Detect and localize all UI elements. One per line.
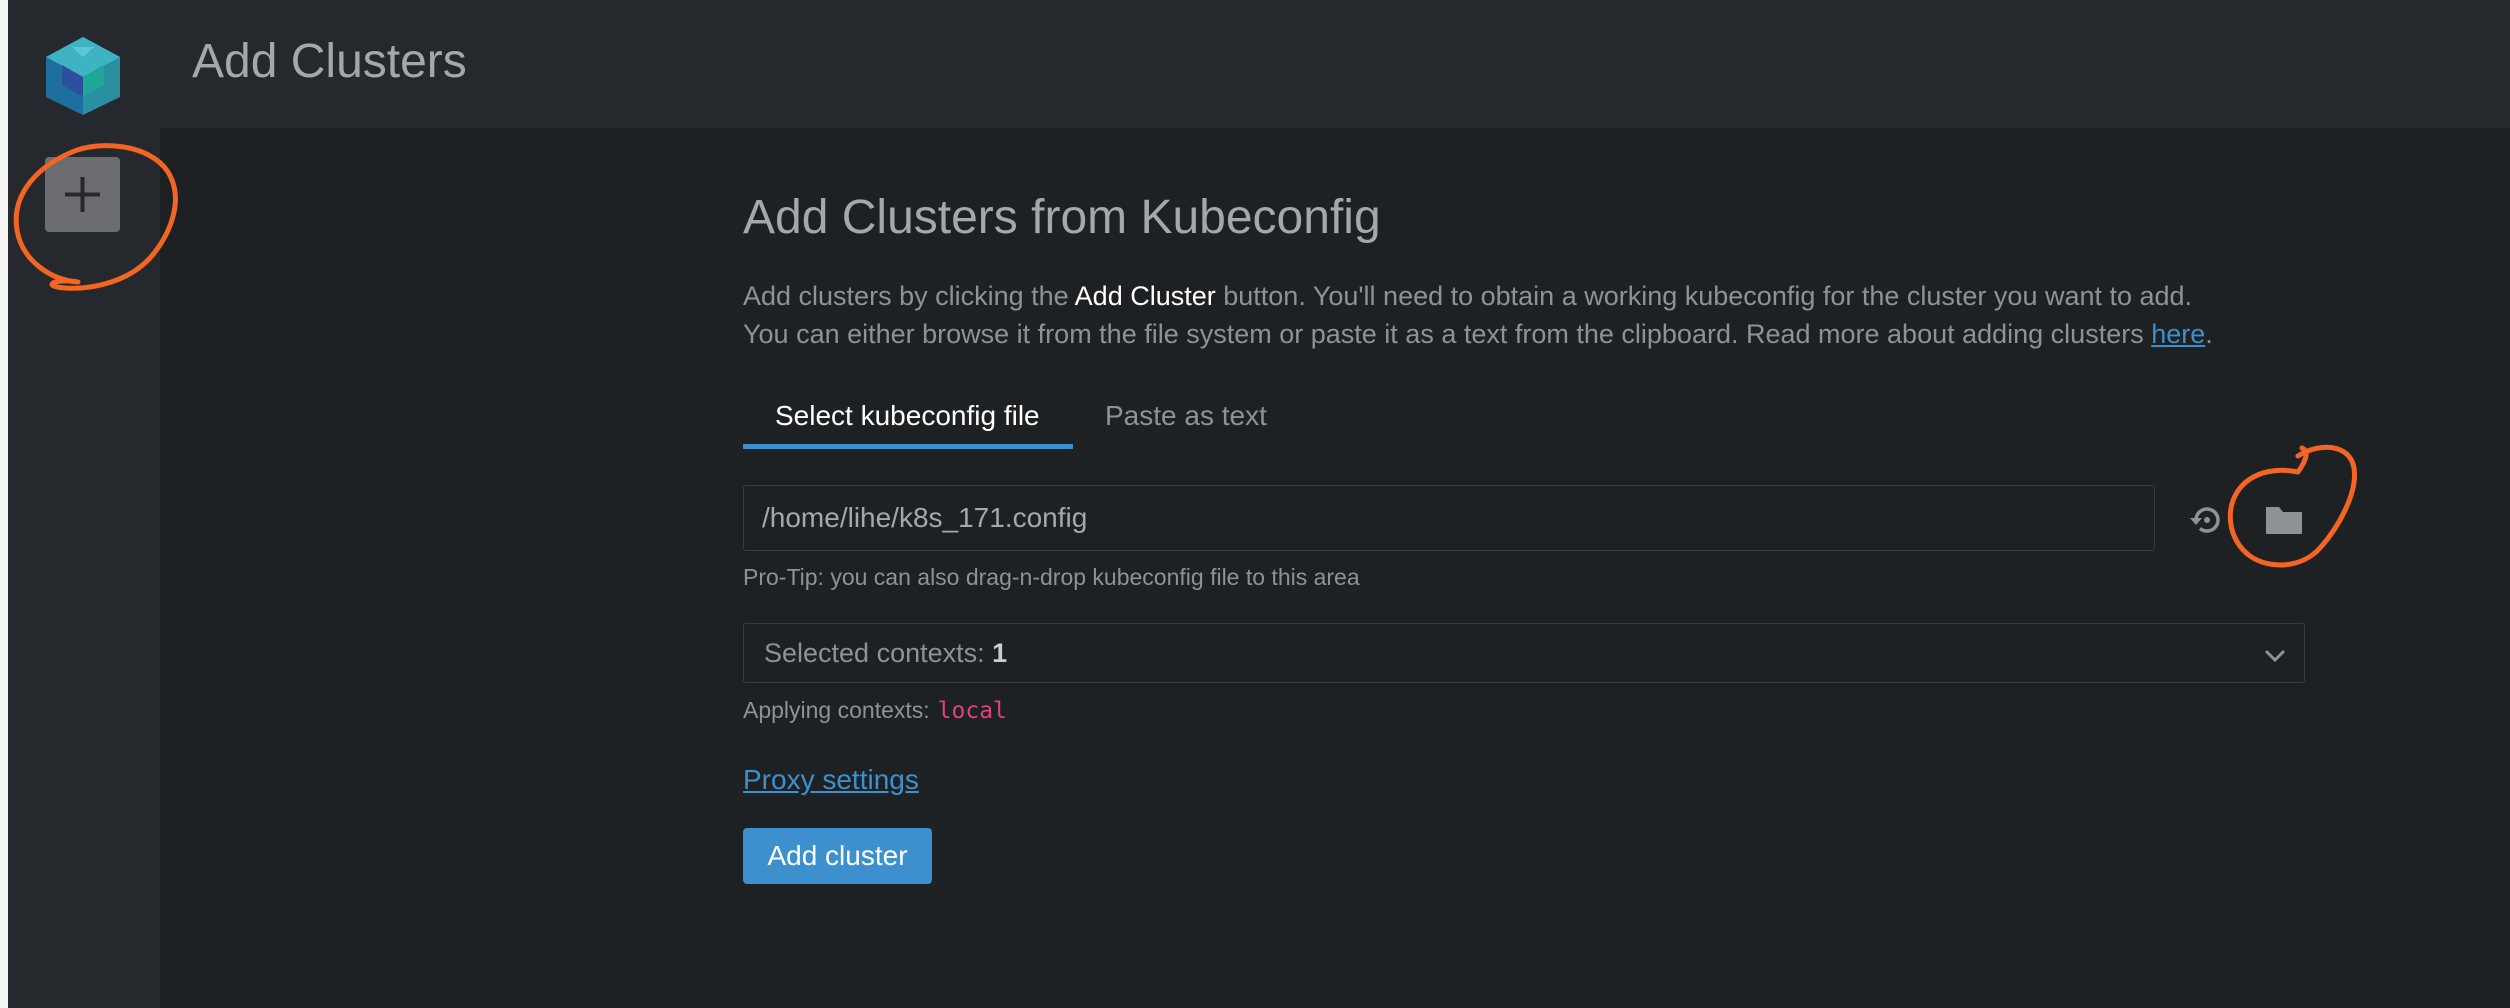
sidebar [8, 0, 160, 1008]
description-text: button. You'll need to obtain a working … [1215, 281, 2193, 311]
top-bar [160, 0, 2510, 128]
plus-icon [65, 177, 100, 212]
contexts-label-text: Selected contexts: [764, 638, 993, 668]
description-text: . [2205, 319, 2213, 349]
description-line-2: You can either browse it from the file s… [743, 319, 2213, 350]
description-text: You can either browse it from the file s… [743, 319, 2152, 349]
selected-contexts-label: Selected contexts: 1 [764, 638, 1007, 669]
history-reset-icon[interactable] [2188, 501, 2226, 539]
docs-here-link[interactable]: here [2151, 319, 2205, 349]
chevron-down-icon [2264, 649, 2286, 663]
tab-select-kubeconfig-file[interactable]: Select kubeconfig file [775, 400, 1040, 444]
drag-drop-protip: Pro-Tip: you can also drag-n-drop kubeco… [743, 564, 1360, 590]
tab-paste-as-text[interactable]: Paste as text [1105, 400, 1267, 444]
description-emphasis: Add Cluster [1074, 281, 1216, 311]
folder-icon[interactable] [2264, 503, 2304, 537]
applying-contexts-label: Applying contexts: [743, 697, 930, 723]
description-text: Add clusters by clicking the [743, 281, 1075, 311]
kubeconfig-path-input[interactable] [743, 485, 2155, 551]
add-cluster-sidebar-button[interactable] [45, 157, 120, 232]
form-title: Add Clusters from Kubeconfig [743, 191, 1381, 244]
add-cluster-button[interactable]: Add cluster [743, 828, 932, 884]
applying-contexts-value: local [937, 698, 1007, 724]
lens-logo-icon[interactable] [42, 35, 124, 117]
applying-contexts: Applying contexts: local [743, 697, 1007, 724]
proxy-settings-link[interactable]: Proxy settings [743, 764, 919, 796]
contexts-count: 1 [992, 638, 1008, 668]
page-title: Add Clusters [192, 35, 467, 88]
description-line-1: Add clusters by clicking the Add Cluster… [743, 281, 2192, 312]
selected-contexts-dropdown[interactable]: Selected contexts: 1 [743, 623, 2305, 683]
active-tab-indicator [743, 444, 1073, 449]
window-edge [0, 0, 8, 1008]
